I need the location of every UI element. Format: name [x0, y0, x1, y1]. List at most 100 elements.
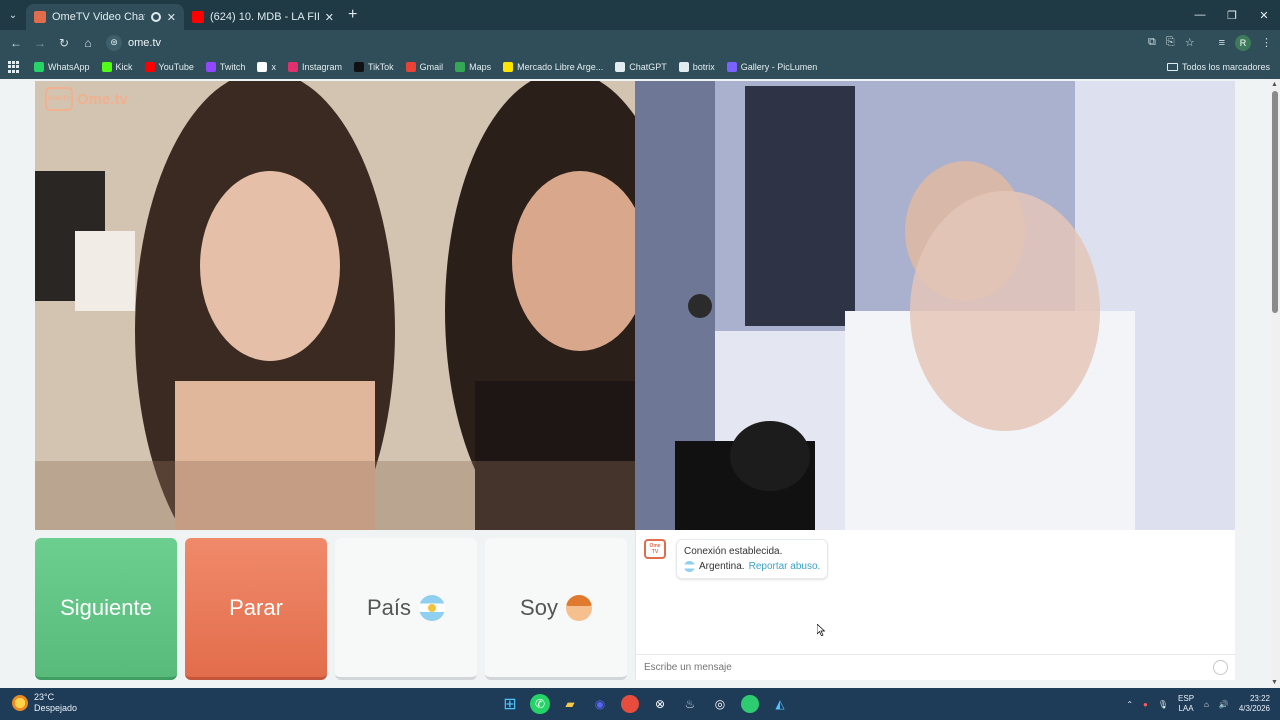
- lang-layout: LAA: [1178, 704, 1194, 713]
- bookmark-favicon-icon: [726, 62, 737, 72]
- site-info-icon[interactable]: ⊜: [106, 34, 122, 51]
- tab-strip: ⌄ OmeTV Video Chat — Ome ✕ (624) 10. MDB…: [0, 0, 1280, 30]
- logo-text: Ome.tv: [77, 90, 128, 108]
- bookmark-favicon-icon: [678, 62, 689, 72]
- ometv-message-icon: Ome TV: [644, 539, 666, 559]
- bookmark-item[interactable]: TikTok: [353, 62, 394, 72]
- partner-country: Argentina.: [699, 561, 745, 572]
- snipping-tool-icon[interactable]: ◭: [768, 692, 792, 716]
- country-button[interactable]: País: [335, 538, 477, 680]
- close-tab-icon[interactable]: ✕: [325, 11, 334, 24]
- report-abuse-link[interactable]: Reportar abuso.: [749, 559, 821, 574]
- scroll-down-icon[interactable]: ▼: [1271, 679, 1278, 686]
- language-indicator[interactable]: ESP LAA: [1178, 694, 1194, 714]
- xbox-icon[interactable]: ⊗: [648, 692, 672, 716]
- scroll-up-icon[interactable]: ▲: [1271, 81, 1278, 88]
- bookmark-label: Mercado Libre Arge...: [517, 62, 604, 72]
- microphone-icon[interactable]: 🎙: [1158, 700, 1168, 709]
- bookmark-item[interactable]: YouTube: [144, 62, 194, 72]
- argentina-flag-icon: [419, 594, 446, 621]
- restore-icon[interactable]: ❐: [1216, 0, 1248, 30]
- start-icon[interactable]: ⊞: [498, 692, 522, 716]
- bookmark-item[interactable]: botrix: [678, 62, 715, 72]
- message-bubble: Conexión establecida. Argentina. Reporta…: [676, 539, 829, 579]
- bookmark-favicon-icon: [144, 62, 155, 72]
- bookmark-favicon-icon: [205, 62, 216, 72]
- bookmark-item[interactable]: WhatsApp: [34, 62, 90, 72]
- bookmark-item[interactable]: Maps: [455, 62, 491, 72]
- profile-avatar[interactable]: R: [1235, 34, 1251, 51]
- back-icon[interactable]: ←: [4, 31, 28, 55]
- address-text: ome.tv: [128, 36, 162, 49]
- bookmark-item[interactable]: Twitch: [205, 62, 246, 72]
- address-bar[interactable]: ⊜ ome.tv: [106, 32, 161, 54]
- clock[interactable]: 23:22 4/3/2026: [1239, 694, 1270, 714]
- close-tab-icon[interactable]: ✕: [167, 11, 176, 24]
- bookmark-item[interactable]: Mercado Libre Arge...: [503, 62, 603, 72]
- bookmark-label: TikTok: [367, 62, 394, 72]
- bookmark-item[interactable]: Gmail: [405, 62, 443, 72]
- lang-code: ESP: [1178, 694, 1195, 703]
- chrome-icon[interactable]: [621, 695, 639, 713]
- bookmark-item[interactable]: Kick: [101, 62, 133, 72]
- network-icon[interactable]: ⌂: [1204, 700, 1209, 709]
- bookmark-label: x: [271, 62, 276, 72]
- volume-icon[interactable]: 🔊: [1219, 700, 1229, 709]
- system-tray: ⌃ ● 🎙 ESP LAA ⌂ 🔊 23:22 4/3/2026: [1126, 688, 1270, 720]
- menu-icon[interactable]: ⋮: [1261, 36, 1272, 49]
- bookmark-item[interactable]: Gallery - PicLumen: [726, 62, 817, 72]
- emoji-icon[interactable]: [1213, 660, 1228, 675]
- bookmark-label: Maps: [469, 62, 492, 72]
- system-message: Ome TV Conexión establecida. Argentina. R…: [644, 539, 829, 579]
- obs-icon[interactable]: ◎: [708, 692, 732, 716]
- tab-ometv[interactable]: OmeTV Video Chat — Ome ✕: [26, 4, 184, 30]
- stop-button[interactable]: Parar: [185, 538, 327, 680]
- folder-icon: [1166, 63, 1178, 71]
- media-control-icon[interactable]: ≡: [1219, 37, 1225, 49]
- bookmark-favicon-icon: [455, 62, 466, 72]
- steam-icon[interactable]: ♨: [678, 692, 702, 716]
- all-bookmarks[interactable]: Todos los marcadores: [1166, 55, 1270, 79]
- tab-title: (624) 10. MDB - LA FIESTA ES D: [210, 11, 319, 23]
- file-explorer-icon[interactable]: ▰: [558, 692, 582, 716]
- whatsapp-icon[interactable]: ✆: [530, 694, 550, 714]
- reload-icon[interactable]: ↻: [52, 31, 76, 55]
- tab-youtube[interactable]: (624) 10. MDB - LA FIESTA ES D ✕: [184, 4, 342, 30]
- install-app-icon[interactable]: ⎘: [1166, 36, 1175, 49]
- close-window-icon[interactable]: ✕: [1248, 0, 1280, 30]
- minimize-icon[interactable]: —: [1184, 0, 1216, 30]
- next-button[interactable]: Siguiente: [35, 538, 177, 680]
- ometv-favicon-icon: [34, 11, 46, 23]
- translate-icon[interactable]: ⧉: [1148, 36, 1156, 49]
- bookmark-favicon-icon: [257, 62, 268, 72]
- bookmark-item[interactable]: Instagram: [287, 62, 342, 72]
- bookmark-item[interactable]: x: [257, 62, 276, 72]
- bookmark-label: WhatsApp: [48, 62, 90, 72]
- bookmark-star-icon[interactable]: ☆: [1185, 36, 1195, 49]
- argentina-flag-icon: [684, 561, 695, 572]
- ometv-page: Ome TV Ome.tv Siguiente Parar País Soy O…: [0, 79, 1280, 688]
- taskbar-apps: ⊞ ✆ ▰ ◉ ⊗ ♨ ◎ ◭: [498, 692, 792, 716]
- tray-overflow-icon[interactable]: ⌃: [1126, 700, 1133, 709]
- apps-grid-icon[interactable]: [8, 61, 20, 73]
- chat-panel: Ome TV Conexión establecida. Argentina. R…: [635, 530, 1236, 680]
- discord-icon[interactable]: ◉: [588, 692, 612, 716]
- mouse-cursor-icon: [817, 624, 825, 636]
- bookmark-label: Twitch: [219, 62, 246, 72]
- message-input[interactable]: [644, 662, 1213, 673]
- scrollbar-thumb[interactable]: [1272, 91, 1278, 313]
- home-icon[interactable]: ⌂: [76, 31, 100, 55]
- new-tab-button[interactable]: +: [348, 6, 357, 24]
- clock-date: 4/3/2026: [1238, 704, 1270, 713]
- gender-button[interactable]: Soy: [485, 538, 627, 680]
- tab-title: OmeTV Video Chat — Ome: [52, 11, 145, 23]
- chrome-active-icon[interactable]: [741, 695, 759, 713]
- recording-tray-icon[interactable]: ●: [1143, 700, 1148, 709]
- ometv-logo: Ome TV Ome.tv: [45, 87, 128, 111]
- page-scrollbar[interactable]: ▲ ▼: [1270, 79, 1280, 688]
- chat-controls: Siguiente Parar País Soy: [35, 538, 627, 680]
- forward-icon[interactable]: →: [28, 31, 52, 55]
- weather-widget[interactable]: 23°C Despejado: [12, 692, 77, 714]
- tab-search-icon[interactable]: ⌄: [0, 2, 26, 28]
- bookmark-item[interactable]: ChatGPT: [615, 62, 667, 72]
